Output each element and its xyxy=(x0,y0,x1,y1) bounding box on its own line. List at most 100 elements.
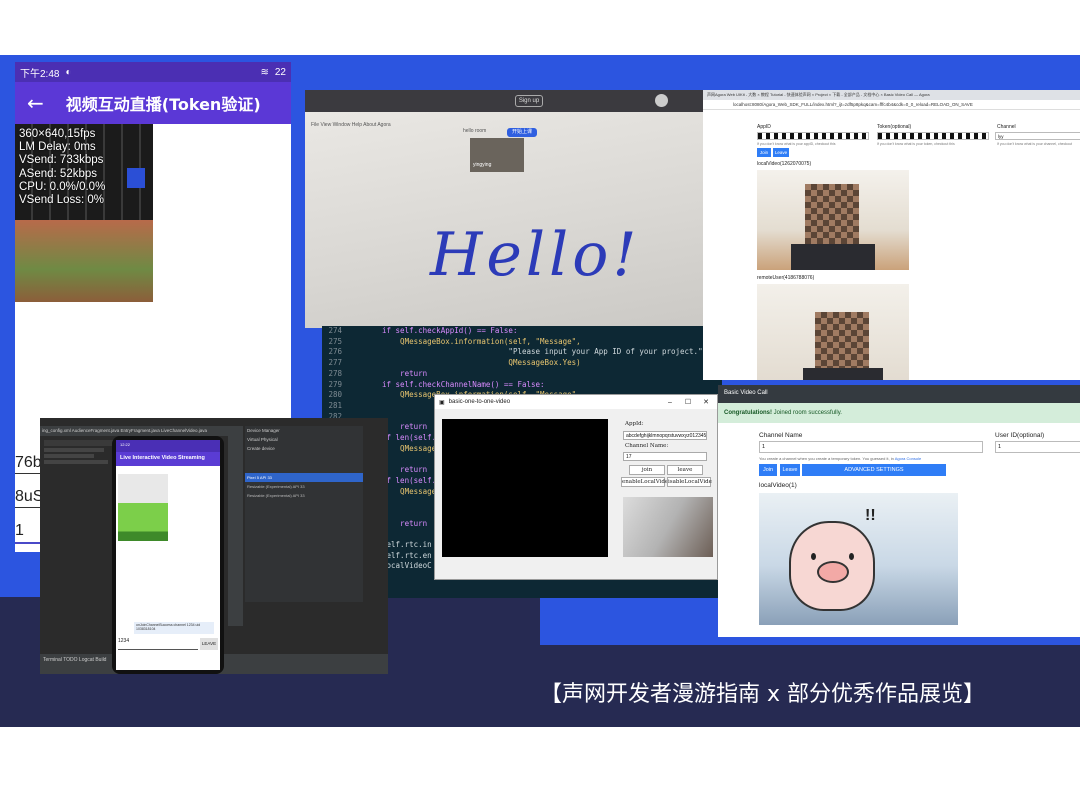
device-row[interactable]: Resizable (Experimental) API 33 xyxy=(245,491,363,500)
success-alert: Congratulations! Joined room successfull… xyxy=(718,403,1080,423)
pig-snout xyxy=(817,561,849,583)
start-class-button[interactable]: 开始上课 xyxy=(507,128,537,137)
close-icon[interactable]: ✕ xyxy=(699,398,713,406)
minimize-icon[interactable]: – xyxy=(663,399,677,406)
handwritten-hello: Hello! xyxy=(430,220,641,290)
stat-asend: ASend: 52kbps xyxy=(19,167,98,180)
emulator-phone: 12:22 Live Interactive Video Streaming o… xyxy=(112,436,224,674)
photo-top-bar xyxy=(305,90,703,112)
browser-tabs[interactable]: 声网Agora Web UIKit - 大数 × 教程 Tutorial - 快… xyxy=(703,90,1080,100)
code-line: if self.checkChannelName() == False: xyxy=(382,379,545,389)
line-number: 279 xyxy=(328,379,342,389)
channel-label: Channel xyxy=(997,124,1016,130)
editor-text xyxy=(44,438,114,466)
leave-button[interactable]: leave xyxy=(667,465,703,475)
device-row[interactable]: Resizable (Experimental) API 33 xyxy=(245,482,363,491)
channel-name-input[interactable]: 1 xyxy=(759,441,983,453)
stream-stats: 360×640,15fps LM Delay: 0ms VSend: 733kb… xyxy=(19,128,105,207)
channel-field[interactable]: 17 xyxy=(623,452,707,461)
channel-label: Channel Name: xyxy=(625,443,669,449)
leave-button[interactable]: LEAVE xyxy=(200,638,218,650)
device-manager-panel: Device Manager Virtual Physical Create d… xyxy=(245,426,363,602)
stat-resolution: 360×640,15fps xyxy=(19,128,96,140)
join-toast: onJoinChannelSuccess channel 1234 uid 10… xyxy=(134,622,214,634)
leave-button[interactable]: Leave xyxy=(780,464,800,476)
token-label: Token(optional) xyxy=(877,124,912,130)
local-video-label: localVideo(1) xyxy=(759,482,797,489)
page-header: Basic Video Call xyxy=(718,385,1080,403)
line-number: 277 xyxy=(328,358,342,368)
whiteboard-photo: Sign up File View Window Help About Agor… xyxy=(305,90,703,328)
join-button[interactable]: join xyxy=(629,465,665,475)
emulator-app-title: Live Interactive Video Streaming xyxy=(116,452,220,466)
qt-window-title: basic-one-to-one-video xyxy=(448,399,511,405)
local-video-view xyxy=(623,497,713,557)
code-line: "Please input your App ID of your projec… xyxy=(382,347,708,357)
appid-field[interactable]: abcdefghijklmnopqrstuvwxyz012345 xyxy=(623,431,707,440)
channel-help: You create a channel when you create a t… xyxy=(759,456,921,461)
stat-cpu: CPU: 0.0%/0.0% xyxy=(19,180,106,193)
channel-help: If you don't know what is your channel, … xyxy=(997,142,1072,146)
artwork-video-frame xyxy=(15,220,153,302)
line-number: 278 xyxy=(328,368,342,378)
device-side-toolbar xyxy=(228,426,243,626)
code-line: return xyxy=(382,368,428,378)
emulator-status-bar: 12:22 xyxy=(116,440,220,452)
exclamation-marks: !! xyxy=(865,507,876,524)
local-video-label: localVideo(1262070075) xyxy=(757,161,812,167)
app-title: 视频互动直播(Token验证) xyxy=(65,95,261,114)
line-number: 280 xyxy=(328,390,342,400)
remote-video-label: remoteUser(4186788076) xyxy=(757,275,815,281)
emulator-screen: 12:22 Live Interactive Video Streaming o… xyxy=(116,440,220,670)
line-number: 274 xyxy=(328,326,342,335)
pixel-video-frame xyxy=(118,474,168,570)
agora-console-link[interactable]: Agora Console xyxy=(895,456,921,461)
app-notification-icon: ◐ xyxy=(65,66,72,78)
app-menu: File View Window Help About Agora xyxy=(311,122,391,128)
device-tabs[interactable]: Virtual Physical xyxy=(245,435,363,444)
alert-bold: Congratulations! xyxy=(724,410,772,416)
advanced-settings-button[interactable]: ADVANCED SETTINGS xyxy=(802,464,946,476)
editor-tabs[interactable]: ing_config.xml AudienceFragment.java Ent… xyxy=(40,426,240,436)
app-toolbar: ← 视频互动直播(Token验证) xyxy=(15,82,291,124)
user-id-label: User ID(optional) xyxy=(995,432,1045,439)
disable-local-video-button[interactable]: isableLocalVide xyxy=(667,477,712,487)
line-number: 281 xyxy=(328,400,342,410)
join-button[interactable]: Join xyxy=(759,464,777,476)
join-button[interactable]: Join xyxy=(757,148,771,157)
person-shirt xyxy=(803,368,883,380)
stat-vsend: VSend: 733kbps xyxy=(19,154,104,167)
user-id-input[interactable]: 1 xyxy=(995,441,1080,453)
code-line: QMessageBox.Yes) xyxy=(382,358,581,368)
wifi-icon: ≋ xyxy=(260,66,269,78)
create-device-button[interactable]: Create device xyxy=(245,444,363,453)
alert-text: Joined room successfully. xyxy=(772,410,842,416)
device-row[interactable]: Pixel 5 API 33 xyxy=(245,473,363,482)
pixelated-face xyxy=(805,184,859,244)
remote-video-view xyxy=(757,284,909,380)
token-input[interactable] xyxy=(877,132,989,140)
appid-input[interactable] xyxy=(757,132,869,140)
stat-loss: VSend Loss: 0% xyxy=(19,194,105,207)
device-manager-title: Device Manager xyxy=(247,428,280,433)
channel-input[interactable]: lyy xyxy=(995,132,1080,140)
channel-help-text: You create a channel when you create a t… xyxy=(759,456,895,461)
github-icon xyxy=(655,94,668,107)
blue-marker xyxy=(127,168,145,188)
camera-label: yingying xyxy=(473,162,492,168)
battery-level: 22 xyxy=(274,66,286,78)
pig-sticker xyxy=(789,521,875,611)
maximize-icon[interactable]: ☐ xyxy=(681,398,695,406)
window-app-icon: ▣ xyxy=(439,399,445,406)
address-bar[interactable]: localhost:8080/Agora_Web_SDK_FULL/index.… xyxy=(703,100,1080,110)
leave-button[interactable]: Leave xyxy=(773,148,789,157)
pig-eye xyxy=(811,553,816,560)
signup-button[interactable]: Sign up xyxy=(515,95,543,107)
line-number: 276 xyxy=(328,347,342,357)
enable-local-video-button[interactable]: enableLocalVide xyxy=(621,477,668,487)
person-shirt xyxy=(791,244,875,270)
back-arrow-icon[interactable]: ← xyxy=(27,91,44,115)
channel-input[interactable]: 1234 xyxy=(118,638,198,650)
code-line: if self.checkAppId() == False: xyxy=(382,326,518,335)
